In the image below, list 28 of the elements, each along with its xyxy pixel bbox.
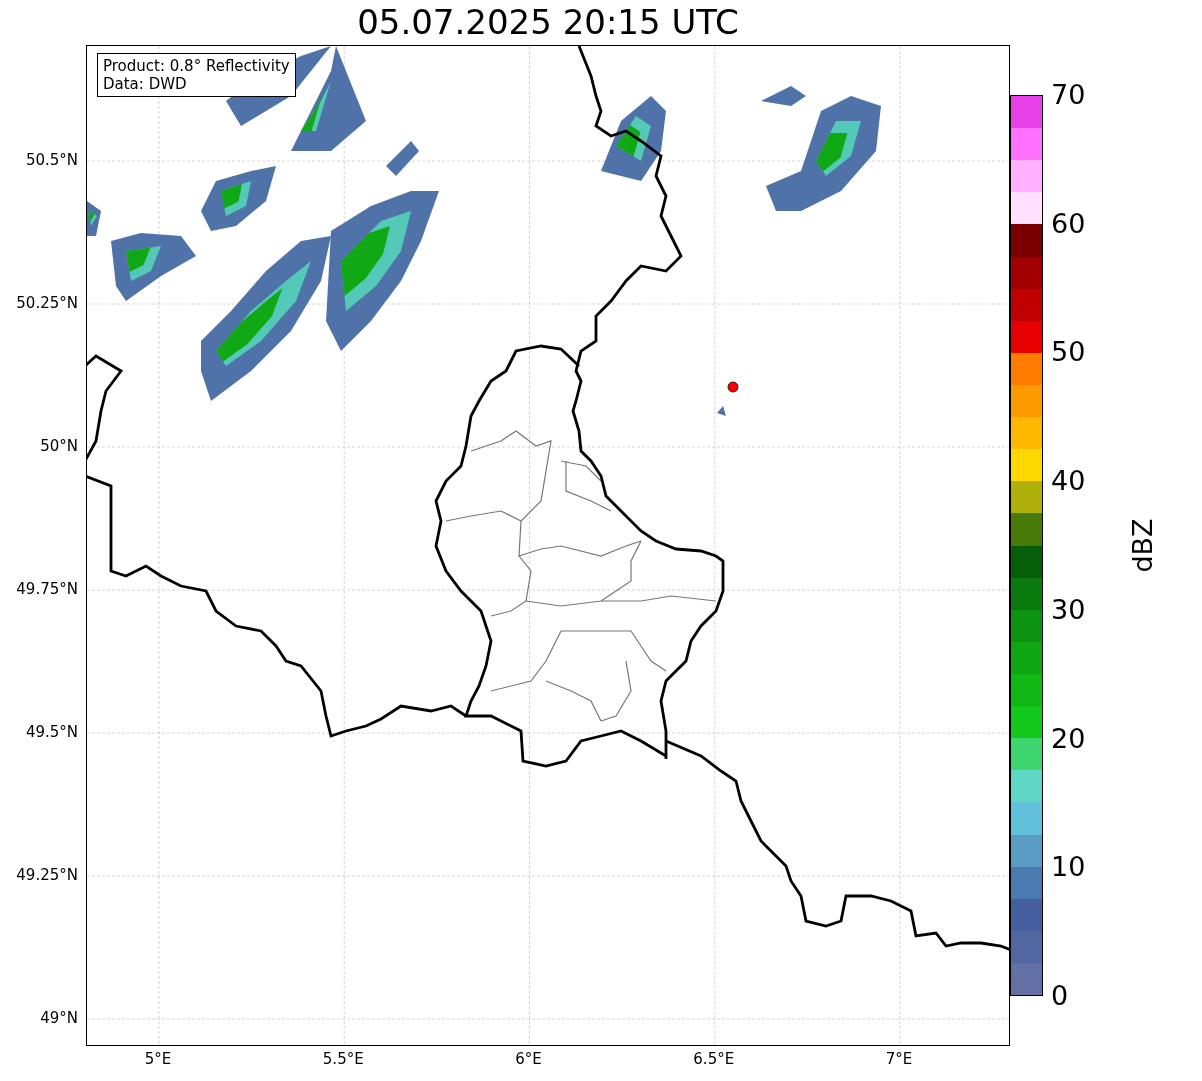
colorbar-tick-label: 50 — [1051, 337, 1086, 368]
rain-echo — [386, 141, 419, 176]
colorbar-tick-label: 40 — [1051, 466, 1086, 497]
latitude-tick-label: 49.5°N — [25, 723, 78, 741]
rain-echo — [87, 201, 101, 236]
longitude-tick-label: 5.5°E — [322, 1050, 364, 1068]
chart-title: 05.07.2025 20:15 UTC — [356, 1, 740, 44]
colorbar-tick-label: 20 — [1051, 723, 1086, 754]
longitude-tick-label: 7°E — [885, 1050, 913, 1068]
legend-text: Data: DWD — [103, 75, 188, 93]
legend-text: Product: 0.8° Reflectivity — [103, 57, 290, 75]
location-marker — [727, 381, 739, 393]
colorbar-tick-label: 0 — [1051, 981, 1069, 1011]
colorbar-label: dBZ — [1126, 518, 1158, 573]
longitude-tick-label: 6°E — [515, 1050, 542, 1068]
latitude-tick-label: 50.25°N — [16, 294, 78, 312]
latitude-tick-label: 49°N — [40, 1009, 78, 1027]
longitude-tick-label: 6.5°E — [693, 1050, 735, 1068]
latitude-tick-label: 50.5°N — [25, 151, 78, 169]
colorbar-tick-label: 10 — [1051, 852, 1086, 883]
latitude-tick-label: 50°N — [40, 437, 78, 455]
latitude-tick-label: 49.75°N — [16, 580, 78, 598]
longitude-tick-label: 5°E — [144, 1050, 172, 1068]
colorbar-tick-label: 70 — [1051, 80, 1086, 110]
colorbar-tick-label: 60 — [1051, 208, 1086, 239]
latitude-tick-label: 49.25°N — [16, 866, 78, 884]
colorbar-tick-label: 30 — [1051, 594, 1086, 625]
rain-echo — [717, 406, 726, 416]
